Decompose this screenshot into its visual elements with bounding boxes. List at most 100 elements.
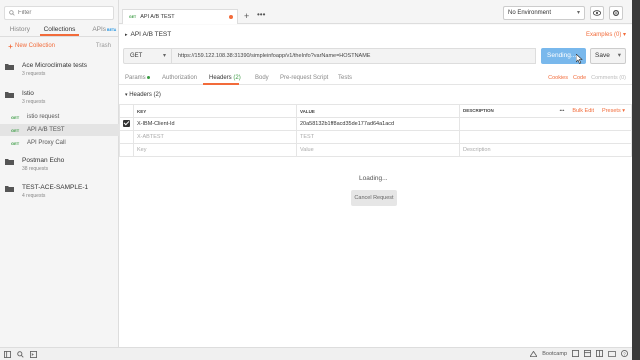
request-name: istio request	[27, 114, 60, 120]
save-button[interactable]: Save ▾	[590, 48, 626, 64]
header-key-cell[interactable]: X-IBM-Client-Id	[133, 117, 297, 131]
request-title[interactable]: ▸ API A/B TEST	[125, 31, 171, 38]
tab-pre-request-script[interactable]: Pre-request Script	[280, 75, 328, 81]
tab-method: GET	[129, 15, 137, 19]
status-bar-left	[4, 351, 37, 358]
eye-icon	[593, 10, 601, 16]
manage-environments-button[interactable]	[609, 6, 623, 20]
headers-section-toggle[interactable]: ▾ Headers (2)	[125, 92, 161, 98]
search-input[interactable]	[18, 10, 108, 16]
collection-request-count: 4 requests	[22, 193, 46, 199]
comments-link[interactable]: Comments (0)	[591, 75, 626, 81]
headers-count: (2)	[233, 75, 241, 81]
url-input[interactable]: https://159.122.108.38:31390/simpleinfoa…	[172, 48, 536, 64]
table-header-row: KEY VALUE DESCRIPTION Presets ▾ Bulk Edi…	[119, 104, 632, 118]
collection-item[interactable]: Postman Echo 38 requests	[0, 153, 119, 175]
tab-collections[interactable]: Collections	[39, 23, 80, 36]
build-icon[interactable]	[572, 350, 579, 357]
header-description-cell[interactable]	[459, 117, 632, 131]
params-active-dot-icon	[146, 75, 150, 79]
unsaved-dot-icon	[229, 15, 233, 19]
new-value-input[interactable]: Value	[296, 143, 460, 157]
collection-item[interactable]: Istio 3 requests	[0, 86, 119, 108]
tab-body[interactable]: Body	[255, 75, 269, 81]
request-name: API A/B TEST	[27, 127, 65, 133]
table-row: X-ABTEST TEST	[119, 130, 632, 144]
headers-table: KEY VALUE DESCRIPTION Presets ▾ Bulk Edi…	[119, 104, 632, 157]
column-header-description-label: DESCRIPTION	[463, 108, 494, 113]
beta-badge: BETA	[107, 28, 117, 32]
tab-history[interactable]: History	[0, 23, 40, 36]
method-select[interactable]: GET ▾	[123, 48, 172, 64]
environment-select[interactable]: No Environment ▾	[503, 6, 585, 20]
search-icon[interactable]	[17, 351, 24, 358]
request-item-active[interactable]: GET API A/B TEST	[0, 124, 119, 136]
checkbox-cell	[119, 117, 134, 131]
collection-item[interactable]: TEST-ACE-SAMPLE-1 4 requests	[0, 180, 119, 202]
presets-dropdown[interactable]: Presets ▾	[602, 108, 625, 114]
collection-item[interactable]: Ace Microclimate tests 3 requests	[0, 58, 119, 80]
keyboard-icon[interactable]	[608, 350, 616, 357]
request-item[interactable]: GET istio request	[0, 111, 119, 123]
header-enabled-checkbox[interactable]	[123, 119, 130, 127]
collection-request-count: 3 requests	[22, 99, 46, 105]
column-header-description: DESCRIPTION Presets ▾ Bulk Edit •••	[459, 104, 632, 118]
two-pane-icon[interactable]	[596, 350, 603, 357]
sidebar-toggle-icon[interactable]	[4, 351, 11, 358]
tab-headers-label: Headers	[209, 75, 232, 81]
trash-link[interactable]: Trash	[96, 43, 111, 49]
search-icon	[9, 10, 15, 16]
request-method: GET	[11, 127, 20, 133]
status-bar-right: Bootcamp ?	[530, 350, 628, 357]
sidebar: History Collections APIsBETA New Collect…	[0, 0, 119, 347]
request-name: API Proxy Call	[27, 140, 66, 146]
tab-apis-label: APIs	[92, 26, 107, 33]
help-icon[interactable]: ?	[621, 350, 628, 357]
header-description-cell[interactable]	[459, 130, 632, 144]
new-key-input[interactable]: Key	[133, 143, 297, 157]
collection-name: TEST-ACE-SAMPLE-1	[22, 184, 89, 191]
new-description-input[interactable]: Description	[459, 143, 632, 157]
tab-apis[interactable]: APIs BETA	[79, 23, 119, 36]
save-label: Save	[595, 52, 610, 59]
tab-params[interactable]: Params	[125, 75, 150, 81]
bulk-edit-link[interactable]: Bulk Edit	[572, 108, 594, 114]
tab-params-label: Params	[125, 75, 146, 81]
folder-open-icon	[5, 92, 14, 98]
new-tab-button[interactable]: +	[244, 11, 249, 21]
header-value-cell[interactable]: TEST	[296, 130, 460, 144]
window-edge	[632, 0, 640, 360]
tab-tests[interactable]: Tests	[338, 75, 352, 81]
chevron-down-icon: ▾	[617, 52, 621, 59]
svg-text:?: ?	[623, 351, 626, 356]
cookies-link[interactable]: Cookies	[548, 75, 568, 81]
console-icon[interactable]	[30, 351, 37, 358]
request-tab[interactable]: GET API A/B TEST	[122, 9, 238, 24]
examples-dropdown[interactable]: Examples (0) ▾	[586, 31, 626, 38]
collection-request-count: 38 requests	[22, 166, 49, 172]
more-tabs-button[interactable]: •••	[257, 10, 265, 19]
postman-app: History Collections APIsBETA New Collect…	[0, 0, 632, 360]
collection-name: Istio	[22, 90, 34, 97]
request-subtabs: Params Authorization Headers (2) Body Pr…	[119, 72, 632, 85]
chevron-down-icon: ▾	[162, 53, 166, 59]
more-options-icon[interactable]: •••	[560, 108, 565, 113]
browse-icon[interactable]	[584, 350, 591, 357]
code-link[interactable]: Code	[573, 75, 586, 81]
checkbox-cell	[119, 130, 134, 144]
caret-down-icon: ▾	[125, 92, 128, 98]
cancel-request-button[interactable]: Cancel Request	[351, 190, 397, 206]
request-item[interactable]: GET API Proxy Call	[0, 137, 119, 149]
header-value-cell[interactable]: 20a58132b1ff8acd35de177ad64a1acd	[296, 117, 460, 131]
tab-headers[interactable]: Headers (2)	[209, 75, 241, 81]
request-links: Cookies Code Comments (0)	[548, 75, 626, 81]
header-key-cell[interactable]: X-ABTEST	[133, 130, 297, 144]
plus-icon	[8, 44, 13, 48]
bootcamp-icon	[530, 350, 538, 357]
sidebar-search[interactable]	[4, 6, 114, 20]
bootcamp-link[interactable]: Bootcamp	[542, 351, 567, 357]
tab-authorization[interactable]: Authorization	[162, 75, 197, 81]
environment-quick-look-button[interactable]	[590, 6, 604, 20]
send-button[interactable]: Sending...	[541, 48, 586, 64]
new-collection-button[interactable]: New Collection	[8, 43, 55, 49]
